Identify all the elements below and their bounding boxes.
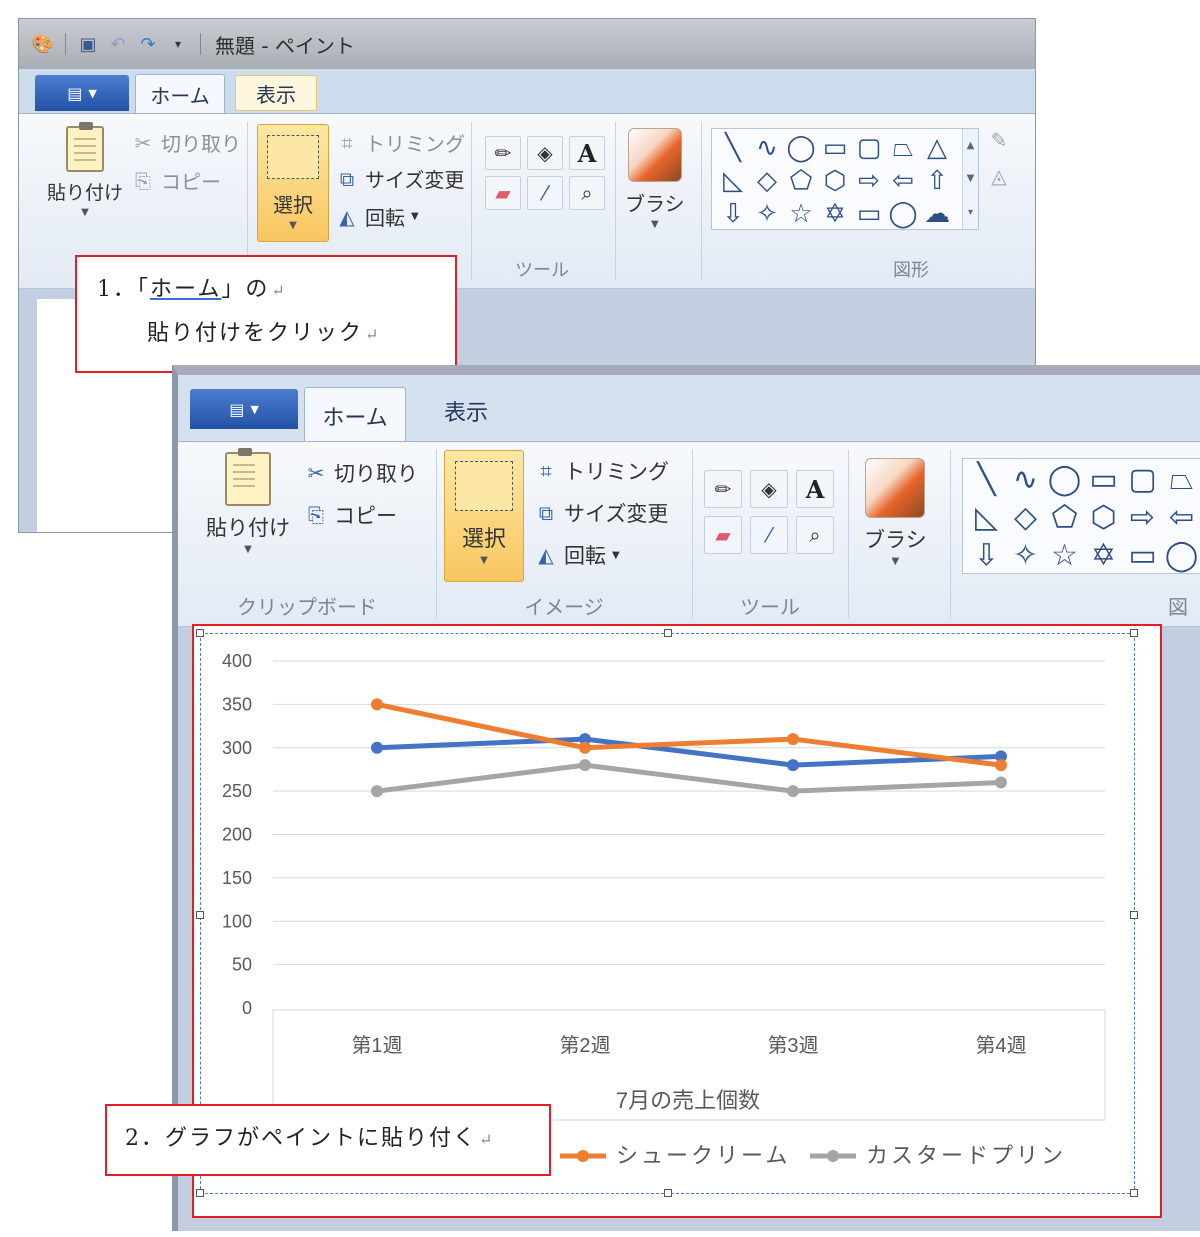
series-line-2 — [376, 701, 1002, 768]
y-tick-labels: 400 350 300 250 200 150 100 50 0 — [222, 651, 252, 1018]
y-tick-label: 250 — [222, 781, 252, 801]
x-tick-label: 第1週 — [351, 1034, 402, 1057]
x-axis-title: 7月の売上個数 — [616, 1088, 760, 1113]
series-3-point — [995, 776, 1007, 789]
callout-step2-line: 2．グラフがペイントに貼り付く ↵ — [125, 1120, 494, 1152]
series-1-point — [371, 741, 383, 754]
y-tick-label: 50 — [232, 955, 252, 975]
x-tick-label: 第2週 — [559, 1034, 610, 1057]
series-3-point — [371, 785, 383, 798]
series-2-point — [371, 698, 383, 711]
y-tick-label: 100 — [222, 911, 252, 931]
y-tick-label: 300 — [222, 738, 252, 758]
series-3-point — [579, 759, 591, 772]
return-mark-icon: ↵ — [479, 1130, 495, 1149]
y-tick-label: 400 — [222, 651, 252, 671]
x-tick-label: 第3週 — [767, 1034, 818, 1057]
legend-label: カスタードプリン — [866, 1143, 1066, 1168]
series-2-point — [579, 741, 591, 754]
x-tick-labels: 第1週 第2週 第3週 第4週 — [351, 1034, 1026, 1057]
y-tick-label: 350 — [222, 694, 252, 714]
series-line-3 — [376, 762, 1002, 794]
legend: シュークリーム カスタードプリン — [560, 1143, 1066, 1168]
series-1-point — [787, 759, 799, 772]
y-tick-label: 200 — [222, 825, 252, 845]
series-3-point — [787, 785, 799, 798]
legend-label: シュークリーム — [616, 1143, 790, 1168]
paste-result-text: 2．グラフがペイントに貼り付く — [125, 1126, 477, 1151]
y-tick-label: 150 — [222, 868, 252, 888]
series-2-point — [787, 733, 799, 746]
legend-marker — [577, 1150, 589, 1162]
legend-marker — [827, 1150, 839, 1162]
series-2-point — [995, 759, 1007, 772]
x-tick-label: 第4週 — [975, 1034, 1026, 1057]
y-tick-label: 0 — [242, 998, 252, 1018]
line-chart: 400 350 300 250 200 150 100 50 0 第1週 第2週 第3週 第4週 7月… — [222, 651, 1106, 1168]
callout-step2: 2．グラフがペイントに貼り付く ↵ — [105, 1104, 551, 1176]
